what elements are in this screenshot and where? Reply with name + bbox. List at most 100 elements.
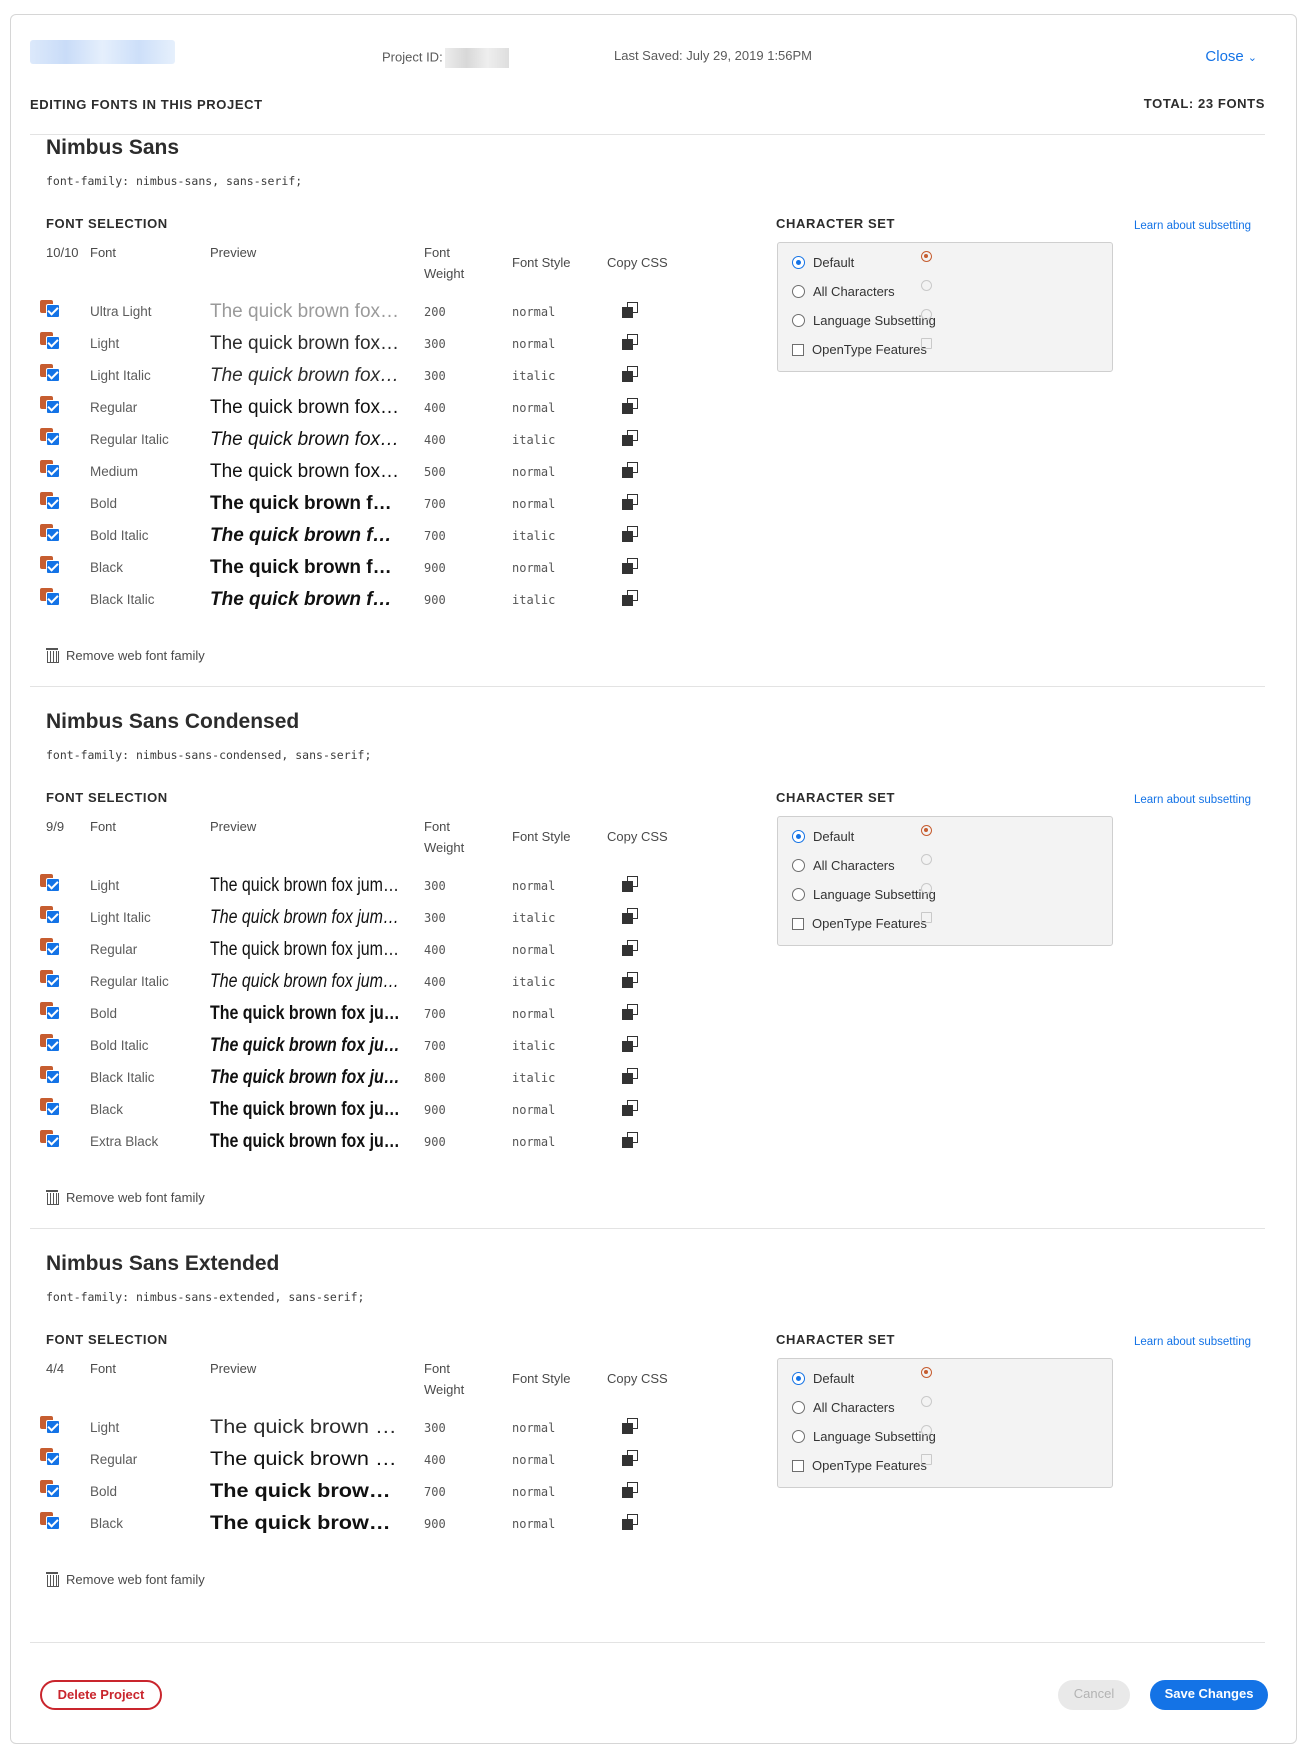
font-weight-value: 700 [424, 497, 446, 511]
copy-css-icon[interactable] [622, 302, 640, 320]
font-weight-value: 500 [424, 465, 446, 479]
copy-css-icon[interactable] [622, 940, 640, 958]
copy-css-icon[interactable] [622, 1418, 640, 1436]
font-style-value: normal [512, 1135, 556, 1149]
font-checkbox[interactable] [40, 588, 62, 610]
copy-css-icon[interactable] [622, 366, 640, 384]
copy-css-icon[interactable] [622, 1132, 640, 1150]
font-checkbox[interactable] [40, 938, 62, 960]
remove-family-label: Remove web font family [66, 1572, 205, 1587]
option-default[interactable]: Default [792, 1371, 854, 1386]
remove-family-button[interactable]: Remove web font family [46, 648, 205, 663]
checkbox-check-icon [46, 1516, 60, 1530]
radio-ghost-icon [921, 1396, 932, 1407]
font-preview: The quick brown fox jumps over the lazy … [210, 1417, 399, 1438]
copy-css-icon[interactable] [622, 1482, 640, 1500]
font-checkbox[interactable] [40, 332, 62, 354]
font-checkbox[interactable] [40, 1416, 62, 1438]
remove-family-button[interactable]: Remove web font family [46, 1190, 205, 1205]
option-all-characters[interactable]: All Characters [792, 1400, 895, 1415]
copy-css-icon[interactable] [622, 526, 640, 544]
font-style-value: italic [512, 975, 556, 989]
copy-css-icon[interactable] [622, 590, 640, 608]
remove-family-button[interactable]: Remove web font family [46, 1572, 205, 1587]
copy-css-icon[interactable] [622, 462, 640, 480]
option-label: OpenType Features [812, 916, 927, 931]
font-name: Light [90, 336, 120, 351]
font-name: Bold Italic [90, 1038, 149, 1053]
copy-css-icon[interactable] [622, 558, 640, 576]
option-all-characters[interactable]: All Characters [792, 284, 895, 299]
font-name: Regular [90, 1452, 138, 1467]
copy-css-icon[interactable] [622, 1100, 640, 1118]
font-preview: The quick brown fox jumps over the lazy … [210, 397, 400, 418]
font-checkbox[interactable] [40, 874, 62, 896]
copy-css-icon[interactable] [622, 494, 640, 512]
copy-css-icon[interactable] [622, 1068, 640, 1086]
copy-css-icon[interactable] [622, 1514, 640, 1532]
copy-css-icon[interactable] [622, 908, 640, 926]
option-opentype-features[interactable]: OpenType Features [792, 342, 927, 357]
font-name: Regular [90, 400, 138, 415]
font-checkbox[interactable] [40, 1034, 62, 1056]
font-checkbox[interactable] [40, 1002, 62, 1024]
font-checkbox[interactable] [40, 460, 62, 482]
option-language-subsetting[interactable]: Language Subsetting [792, 1429, 936, 1444]
learn-subsetting-link[interactable]: Learn about subsetting [1134, 220, 1251, 232]
font-checkbox[interactable] [40, 906, 62, 928]
checkbox-icon [792, 1460, 804, 1472]
character-set-label: CHARACTER SET [776, 216, 896, 231]
font-name: Ultra Light [90, 304, 152, 319]
cancel-button[interactable]: Cancel [1058, 1680, 1130, 1710]
learn-subsetting-link[interactable]: Learn about subsetting [1134, 1336, 1251, 1348]
font-checkbox[interactable] [40, 1480, 62, 1502]
copy-icon-fill [622, 371, 633, 382]
font-checkbox[interactable] [40, 556, 62, 578]
font-name: Light [90, 1420, 120, 1435]
copy-css-icon[interactable] [622, 972, 640, 990]
copy-icon-fill [622, 339, 633, 350]
font-checkbox[interactable] [40, 428, 62, 450]
save-changes-button[interactable]: Save Changes [1150, 1680, 1268, 1710]
copy-css-icon[interactable] [622, 1450, 640, 1468]
font-checkbox[interactable] [40, 492, 62, 514]
font-checkbox[interactable] [40, 396, 62, 418]
option-language-subsetting[interactable]: Language Subsetting [792, 887, 936, 902]
remove-family-label: Remove web font family [66, 1190, 205, 1205]
font-preview: The quick brown fox jumps over the lazy … [210, 1449, 399, 1470]
copy-icon-fill [622, 913, 633, 924]
option-all-characters[interactable]: All Characters [792, 858, 895, 873]
option-default[interactable]: Default [792, 255, 854, 270]
font-row: Light The quick brown fox jumps over the … [30, 1412, 750, 1444]
option-opentype-features[interactable]: OpenType Features [792, 1458, 927, 1473]
font-weight-value: 300 [424, 337, 446, 351]
copy-css-icon[interactable] [622, 876, 640, 894]
option-default[interactable]: Default [792, 829, 854, 844]
font-preview: The quick brown fox jumps over the lazy … [210, 1131, 400, 1152]
font-checkbox[interactable] [40, 1448, 62, 1470]
font-checkbox[interactable] [40, 364, 62, 386]
close-button[interactable]: Close ⌄ [1205, 48, 1257, 65]
copy-css-icon[interactable] [622, 430, 640, 448]
font-checkbox[interactable] [40, 1066, 62, 1088]
font-checkbox[interactable] [40, 524, 62, 546]
font-checkbox[interactable] [40, 1512, 62, 1534]
option-opentype-features[interactable]: OpenType Features [792, 916, 927, 931]
learn-subsetting-link[interactable]: Learn about subsetting [1134, 794, 1251, 806]
col-header-font: Font [90, 819, 117, 834]
checkbox-check-icon [46, 400, 60, 414]
option-language-subsetting[interactable]: Language Subsetting [792, 313, 936, 328]
delete-project-button[interactable]: Delete Project [40, 1680, 162, 1710]
copy-css-icon[interactable] [622, 334, 640, 352]
option-label: Default [813, 829, 855, 844]
option-label: Default [813, 1371, 855, 1386]
copy-css-icon[interactable] [622, 1036, 640, 1054]
copy-css-icon[interactable] [622, 398, 640, 416]
font-checkbox[interactable] [40, 970, 62, 992]
font-checkbox[interactable] [40, 300, 62, 322]
font-style-value: normal [512, 943, 556, 957]
radio-ghost-icon [921, 854, 932, 865]
copy-css-icon[interactable] [622, 1004, 640, 1022]
font-checkbox[interactable] [40, 1130, 62, 1152]
font-checkbox[interactable] [40, 1098, 62, 1120]
